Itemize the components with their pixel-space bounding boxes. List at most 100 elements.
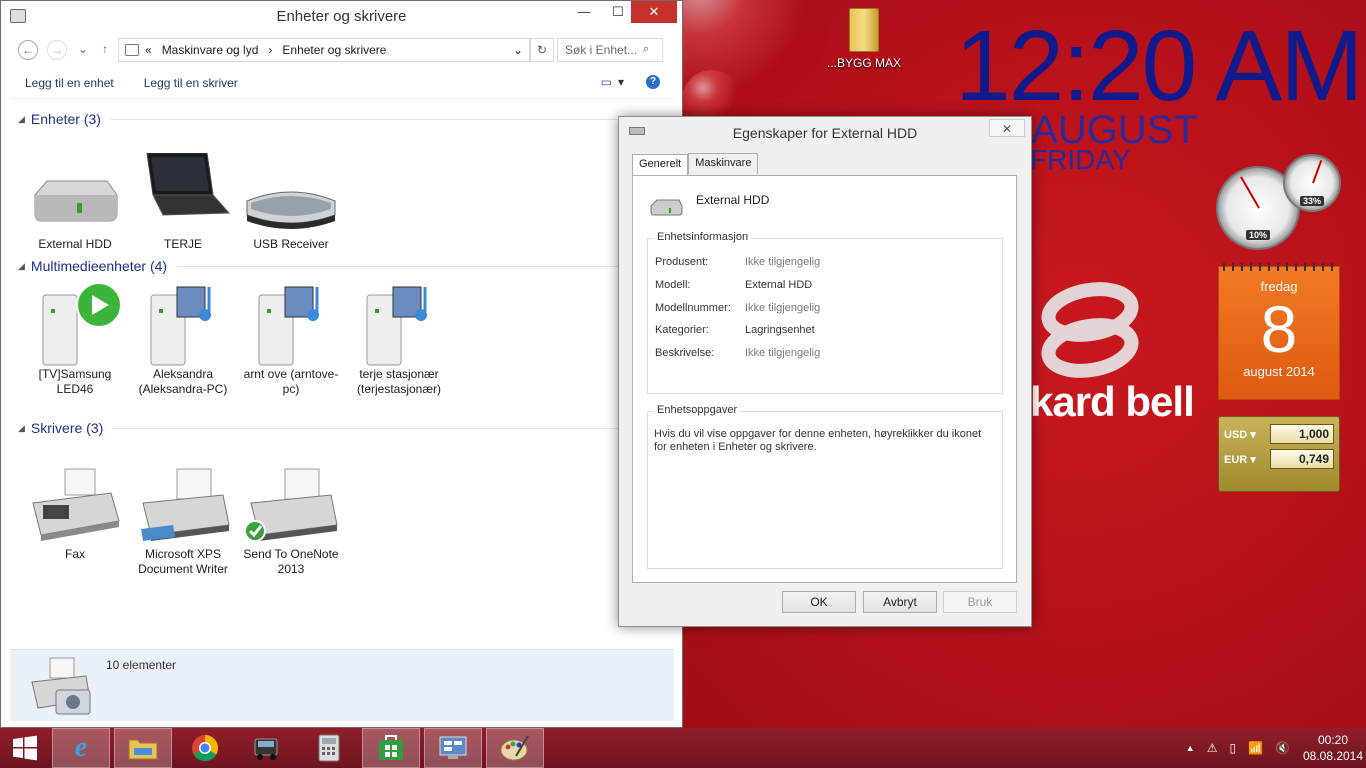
device-item[interactable]: [TV]Samsung LED46 <box>25 282 125 397</box>
device-item[interactable]: Microsoft XPS Document Writer <box>133 463 233 577</box>
taskbar-file-explorer[interactable] <box>114 728 172 768</box>
help-icon[interactable]: ? <box>646 75 660 89</box>
device-item[interactable]: arnt ove (arntove-pc) <box>241 283 341 397</box>
property-key: Modellnummer: <box>655 302 731 314</box>
tab-general[interactable]: Generelt <box>632 154 689 175</box>
title-bar[interactable]: Enheter og skrivere — ☐ ✕ <box>1 1 682 31</box>
device-label: Fax <box>64 547 85 561</box>
forward-button[interactable]: → <box>47 40 67 60</box>
device-tasks-group: Enhetsoppgaver Hvis du vil vise oppgaver… <box>647 404 1003 569</box>
desktop-folder-icon[interactable]: ...BYGG MAX <box>824 8 904 70</box>
taskbar-internet-explorer[interactable]: e <box>52 728 110 768</box>
device-label: arnt ove (arntove-pc) <box>243 367 339 396</box>
property-key: Beskrivelse: <box>655 347 715 359</box>
breadcrumb-item[interactable]: Maskinvare og lyd <box>162 43 259 57</box>
media-server-icon <box>133 283 233 366</box>
tab-hardware[interactable]: Maskinvare <box>688 153 759 174</box>
device-list: ◢ Enheter (3) External HDD TERJE USB Rec… <box>10 101 674 647</box>
currency-value[interactable]: 1,000 <box>1270 424 1334 444</box>
cancel-button[interactable]: Avbryt <box>863 591 937 613</box>
device-item[interactable]: TERJE <box>133 152 233 252</box>
calendar-day: 8 <box>1260 292 1298 366</box>
ok-button[interactable]: OK <box>782 591 856 613</box>
back-button[interactable]: ← <box>18 40 38 60</box>
folder-icon <box>849 8 879 52</box>
device-label: External HDD <box>38 237 112 251</box>
search-icon[interactable]: ⌕ <box>643 43 649 56</box>
collapse-icon[interactable]: ◢ <box>18 261 25 272</box>
battery-icon[interactable]: ▯ <box>1229 741 1236 755</box>
device-item[interactable]: External HDD <box>25 153 125 252</box>
device-item[interactable]: terje stasjonær (terjestasjonær) <box>349 283 449 397</box>
group-header-multimedia[interactable]: ◢ Multimedieenheter (4) <box>18 258 618 274</box>
details-pane: 10 elementer <box>10 649 674 721</box>
start-button[interactable] <box>0 728 50 768</box>
breadcrumb-item[interactable]: Enheter og skrivere <box>282 43 386 57</box>
add-device-button[interactable]: Legg til en enhet <box>10 76 129 90</box>
device-name: External HDD <box>696 193 770 207</box>
device-item[interactable]: Fax <box>25 463 125 562</box>
currency-value[interactable]: 0,749 <box>1270 449 1334 469</box>
printer-icon <box>241 463 341 543</box>
calculator-icon <box>318 734 340 762</box>
taskbar-calculator[interactable] <box>300 728 358 768</box>
maximize-button[interactable]: ☐ <box>601 1 635 23</box>
address-bar[interactable]: « Maskinvare og lyd › Enheter og skriver… <box>118 38 530 62</box>
gauge-needle <box>1312 159 1323 184</box>
collapse-icon[interactable]: ◢ <box>18 423 25 434</box>
view-options-dropdown-icon[interactable]: ▾ <box>618 75 624 89</box>
taskbar-chrome[interactable] <box>176 728 234 768</box>
change-view-icon[interactable]: ▭ <box>601 75 612 89</box>
brand-text: kard bell <box>1030 378 1195 425</box>
volume-muted-icon[interactable]: 🔇 <box>1275 741 1290 755</box>
address-dropdown-icon[interactable]: ⌄ <box>513 43 523 57</box>
close-button[interactable]: ✕ <box>631 1 677 23</box>
currency-gadget[interactable]: USD ▾ 1,000 EUR ▾ 0,749 <box>1218 416 1340 492</box>
network-signal-icon[interactable]: 📶 <box>1248 741 1263 755</box>
desktop-icon-label: ...BYGG MAX <box>826 56 901 70</box>
device-item[interactable]: Aleksandra (Aleksandra-PC) <box>133 283 233 397</box>
address-overflow[interactable]: « <box>145 43 152 57</box>
up-button[interactable]: ↑ <box>95 40 115 60</box>
refresh-button[interactable]: ↻ <box>530 38 554 62</box>
group-header-printers[interactable]: ◢ Skrivere (3) <box>18 420 618 436</box>
memory-gauge[interactable]: 33% <box>1283 154 1341 212</box>
group-title: Multimedieenheter (4) <box>30 258 168 274</box>
taskbar-paint[interactable] <box>486 728 544 768</box>
recent-locations-button[interactable]: ⌄ <box>73 40 93 60</box>
property-row: Kategorier: Lagringsenhet <box>655 324 815 336</box>
calendar-rings <box>1223 263 1335 271</box>
dialog-close-button[interactable]: ✕ <box>989 119 1025 137</box>
item-count: 10 elementer <box>106 658 177 672</box>
windows-logo-icon <box>13 735 37 761</box>
dialog-title-bar[interactable]: Egenskaper for External HDD ✕ <box>619 117 1031 147</box>
show-hidden-icons-button[interactable]: ▲ <box>1186 743 1195 753</box>
currency-row: USD ▾ 1,000 <box>1224 424 1334 444</box>
printer-icon <box>133 463 233 543</box>
clock-gadget-time: 12:20 AM <box>955 10 1364 122</box>
collapse-icon[interactable]: ◢ <box>18 114 25 125</box>
property-row: Beskrivelse: Ikke tilgjengelig <box>655 347 820 359</box>
file-explorer-icon <box>128 739 158 760</box>
cpu-gauge-value: 10% <box>1245 230 1270 240</box>
system-clock[interactable]: 00:20 08.08.2014 <box>1300 732 1366 764</box>
currency-code[interactable]: EUR ▾ <box>1224 453 1270 466</box>
add-printer-button[interactable]: Legg til en skriver <box>129 76 253 90</box>
breadcrumb-separator-icon[interactable]: › <box>268 43 272 57</box>
group-header-devices[interactable]: ◢ Enheter (3) <box>18 111 618 127</box>
action-center-warning-icon[interactable]: ⚠ <box>1207 741 1218 755</box>
internet-explorer-icon: e <box>74 732 88 763</box>
currency-code[interactable]: USD ▾ <box>1224 428 1270 441</box>
taskbar: e ▲ ⚠ ▯ 📶 🔇 00:20 08.08.2014 <box>0 728 1366 768</box>
apply-button[interactable]: Bruk <box>943 591 1017 613</box>
taskbar-control-panel[interactable] <box>424 728 482 768</box>
calendar-gadget[interactable]: fredag 8 august 2014 <box>1218 263 1340 400</box>
minimize-button[interactable]: — <box>567 1 601 23</box>
taskbar-truck-app[interactable] <box>238 728 296 768</box>
taskbar-store[interactable] <box>362 728 420 768</box>
property-value: Lagringsenhet <box>745 324 815 336</box>
property-row: Modell: External HDD <box>655 279 812 291</box>
media-server-icon <box>241 283 341 366</box>
device-item[interactable]: USB Receiver <box>241 153 341 252</box>
device-item[interactable]: Send To OneNote 2013 <box>241 463 341 577</box>
